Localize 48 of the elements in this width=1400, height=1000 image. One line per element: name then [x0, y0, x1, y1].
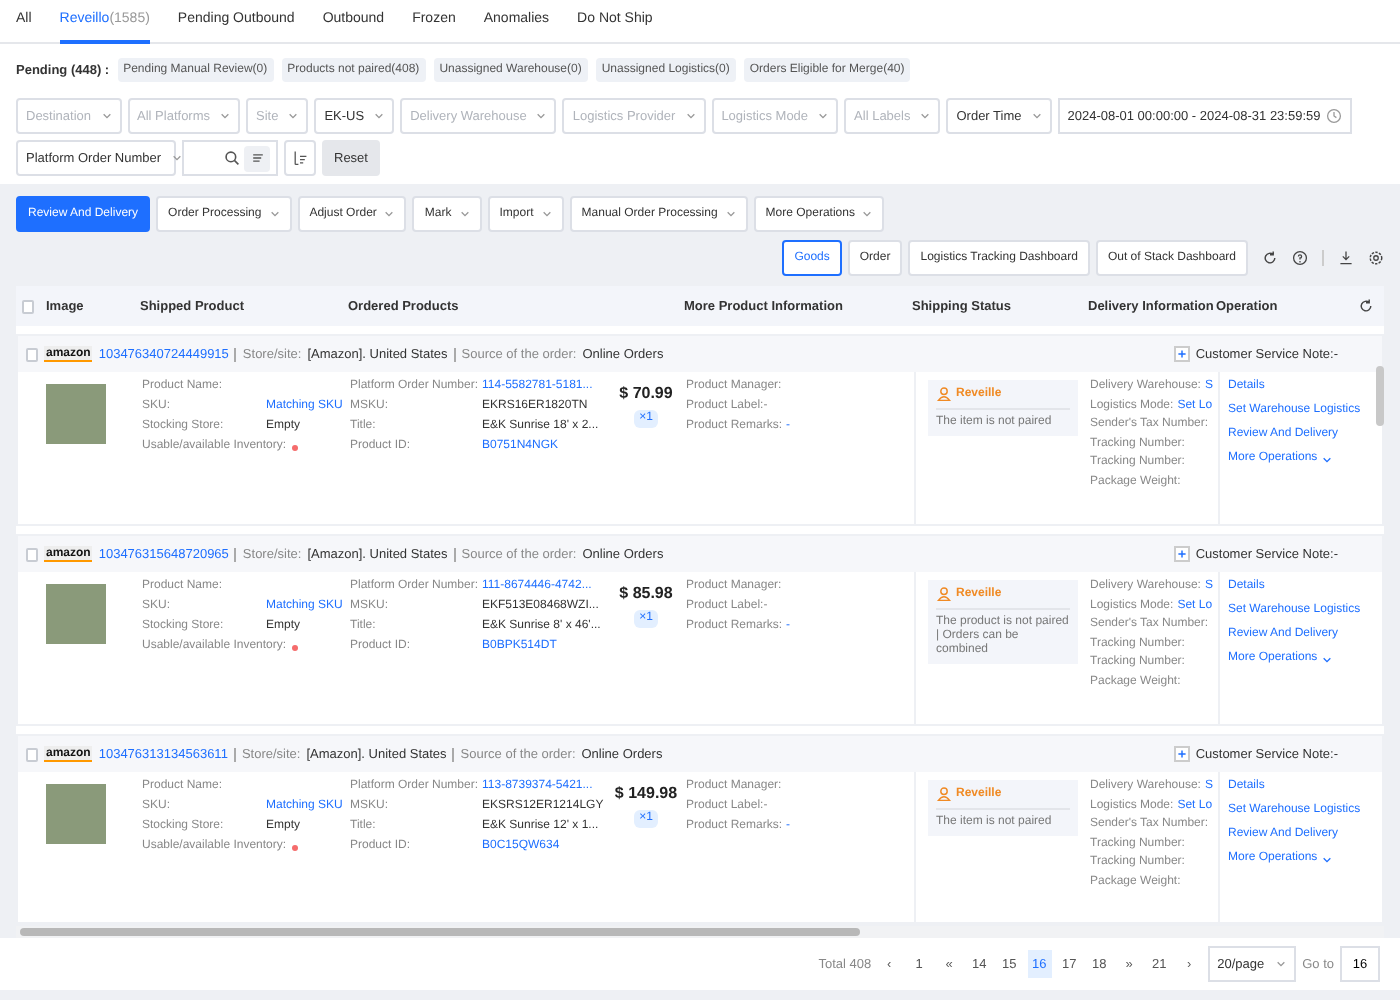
caret-icon [101, 112, 112, 120]
user-icon [936, 786, 952, 802]
caret-icon [384, 210, 395, 218]
list-icon[interactable] [249, 150, 265, 166]
refresh-icon[interactable] [1262, 250, 1278, 266]
warning-dot-icon [290, 840, 301, 856]
caret-icon [459, 210, 470, 218]
clock-icon [1326, 108, 1343, 124]
caret-icon [1321, 455, 1332, 463]
caret-icon [541, 210, 552, 218]
caret-icon [220, 112, 231, 120]
user-icon [936, 586, 952, 602]
price: $ 85.98 [619, 584, 673, 602]
sort-icon[interactable] [292, 150, 308, 166]
download-icon[interactable] [1338, 250, 1354, 266]
caret-icon [725, 210, 736, 218]
scrollbar[interactable] [20, 928, 860, 936]
photo-placeholder [46, 384, 106, 444]
caret-icon [374, 112, 385, 120]
warning-dot-icon [290, 640, 301, 656]
caret-icon [1321, 855, 1332, 863]
caret-icon [1276, 960, 1287, 968]
settings-icon[interactable] [1368, 250, 1384, 266]
photo-placeholder [46, 584, 106, 644]
caret-icon [536, 112, 547, 120]
refresh-icon[interactable] [1358, 298, 1374, 314]
help-icon[interactable] [1292, 250, 1308, 266]
warning-dot-icon [290, 440, 301, 456]
price: $ 70.99 [619, 384, 673, 402]
caret-icon [171, 154, 182, 162]
row-checkbox[interactable] [26, 347, 38, 361]
caret-icon [1321, 655, 1332, 663]
row-checkbox[interactable] [26, 747, 38, 761]
caret-icon [685, 112, 696, 120]
price: $ 149.98 [614, 784, 678, 802]
caret-icon [818, 112, 829, 120]
search-icon[interactable] [224, 150, 240, 166]
select-all-checkbox[interactable] [22, 299, 34, 313]
caret-icon [862, 210, 873, 218]
caret-icon [288, 112, 299, 120]
row-checkbox[interactable] [26, 547, 38, 561]
scrollbar[interactable] [1376, 366, 1384, 426]
caret-icon [1031, 112, 1042, 120]
user-icon [936, 386, 952, 402]
photo-placeholder [46, 784, 106, 844]
search-field[interactable] [182, 140, 278, 176]
caret-icon [269, 210, 280, 218]
caret-icon [920, 112, 931, 120]
